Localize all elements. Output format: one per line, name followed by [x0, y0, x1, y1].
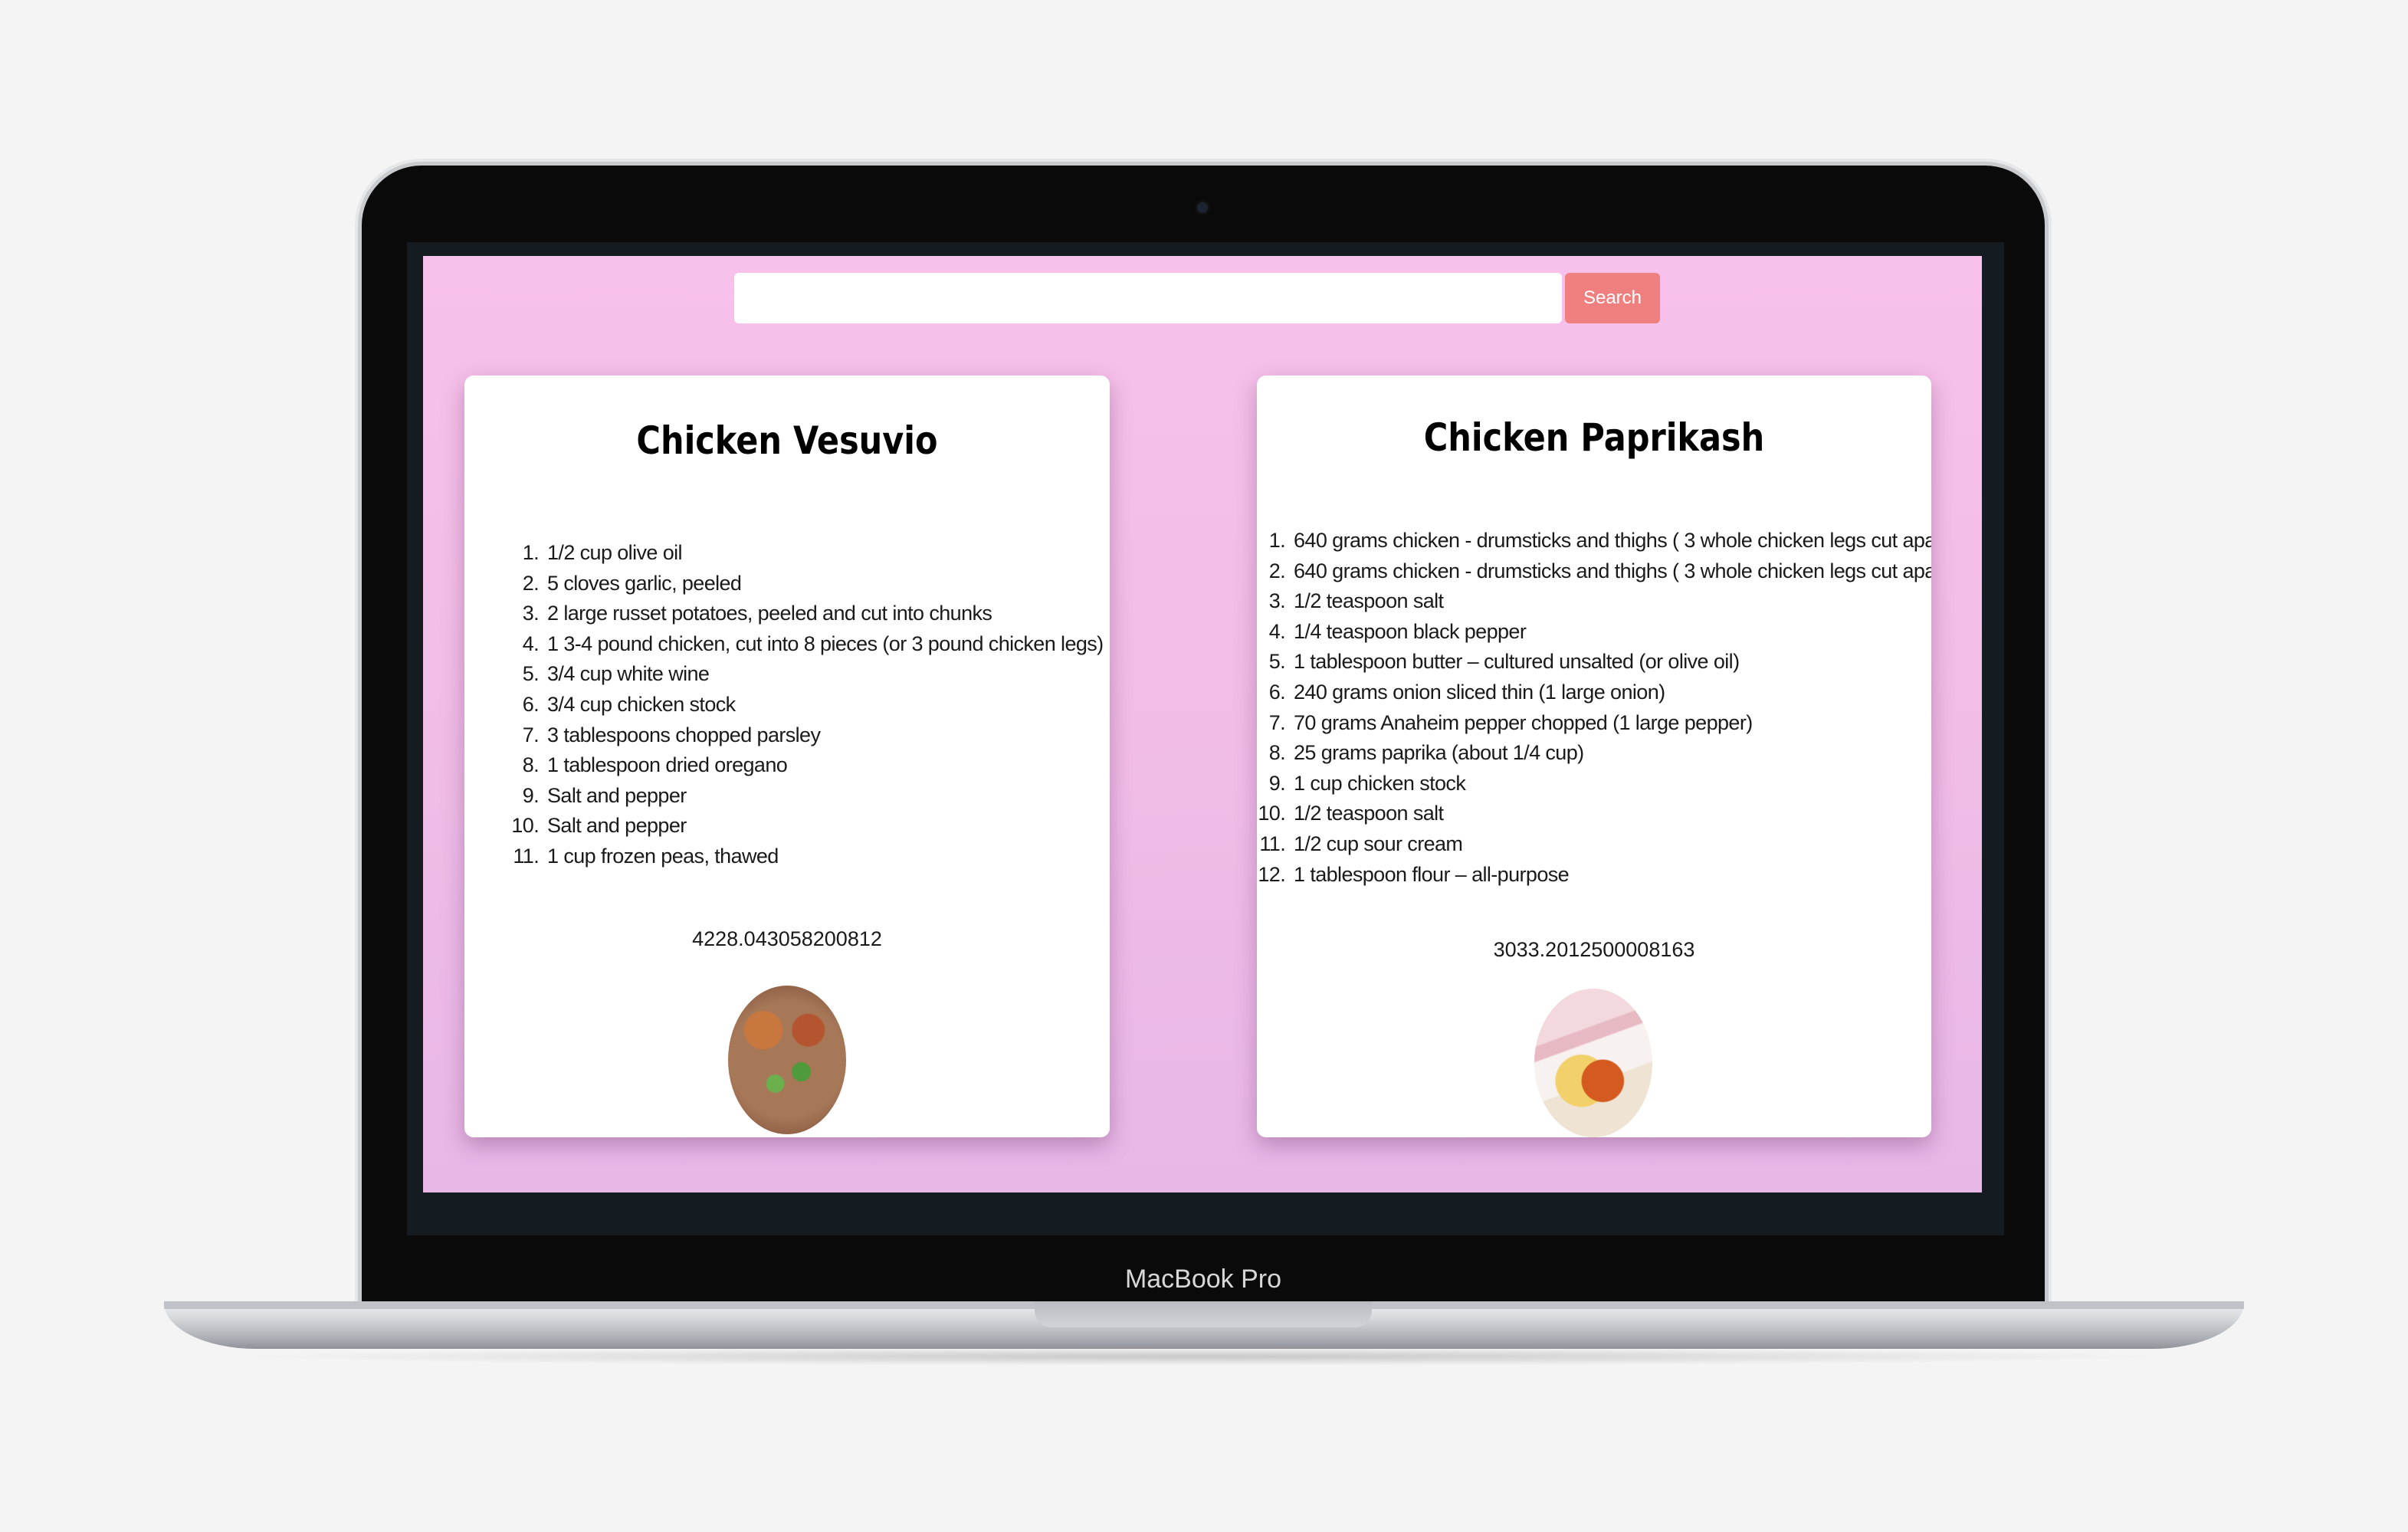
ingredient-item: 240 grams onion sliced thin (1 large oni…: [1291, 677, 1931, 708]
ingredient-item: 1/2 cup olive oil: [544, 538, 1104, 569]
ingredient-item: 1/2 teaspoon salt: [1291, 586, 1931, 617]
ingredient-item: 1 3-4 pound chicken, cut into 8 pieces (…: [544, 629, 1104, 660]
ingredient-item: 2 large russet potatoes, peeled and cut …: [544, 599, 1104, 629]
ingredient-item: 1 tablespoon butter – cultured unsalted …: [1291, 647, 1931, 677]
ingredient-item: Salt and pepper: [544, 781, 1104, 812]
ingredient-list: 640 grams chicken - drumsticks and thigh…: [1257, 526, 1931, 890]
ingredient-item: 3/4 cup white wine: [544, 659, 1104, 690]
ingredient-item: 3/4 cup chicken stock: [544, 690, 1104, 720]
camera-icon: [1197, 202, 1208, 213]
ingredient-item: 1 cup chicken stock: [1291, 769, 1931, 799]
ingredient-item: 1/2 cup sour cream: [1291, 829, 1931, 860]
recipe-image: [1534, 989, 1652, 1137]
ingredient-item: 1 tablespoon dried oregano: [544, 750, 1104, 781]
ingredient-item: 1 tablespoon flour – all-purpose: [1291, 860, 1931, 891]
ingredient-item: Salt and pepper: [544, 811, 1104, 841]
laptop-shadow: [230, 1347, 2177, 1366]
recipe-card-chicken-vesuvio: Chicken Vesuvio 1/2 cup olive oil 5 clov…: [464, 376, 1110, 1137]
device-label: MacBook Pro: [1124, 1265, 1282, 1294]
search-input[interactable]: [734, 273, 1562, 323]
ingredient-item: 25 grams paprika (about 1/4 cup): [1291, 738, 1931, 769]
ingredient-item: 3 tablespoons chopped parsley: [544, 720, 1104, 751]
recipe-title: Chicken Vesuvio: [636, 418, 938, 463]
ingredient-item: 70 grams Anaheim pepper chopped (1 large…: [1291, 708, 1931, 739]
search-button[interactable]: Search: [1565, 273, 1660, 323]
recipe-calories: 4228.043058200812: [692, 927, 882, 950]
recipe-calories: 3033.2012500008163: [1493, 938, 1695, 961]
laptop-notch: [1035, 1301, 1372, 1327]
ingredient-item: 5 cloves garlic, peeled: [544, 569, 1104, 599]
recipe-title: Chicken Paprikash: [1423, 415, 1765, 460]
app-screen: Search Chicken Vesuvio 1/2 cup olive oil…: [423, 256, 1982, 1192]
ingredient-item: 1/2 teaspoon salt: [1291, 799, 1931, 829]
ingredient-item: 640 grams chicken - drumsticks and thigh…: [1291, 556, 1931, 587]
ingredient-list: 1/2 cup olive oil 5 cloves garlic, peele…: [464, 538, 1104, 872]
ingredient-item: 640 grams chicken - drumsticks and thigh…: [1291, 526, 1931, 556]
ingredient-item: 1/4 teaspoon black pepper: [1291, 617, 1931, 648]
recipe-image: [728, 986, 846, 1134]
recipe-card-chicken-paprikash: Chicken Paprikash 640 grams chicken - dr…: [1257, 376, 1931, 1137]
ingredient-item: 1 cup frozen peas, thawed: [544, 841, 1104, 872]
